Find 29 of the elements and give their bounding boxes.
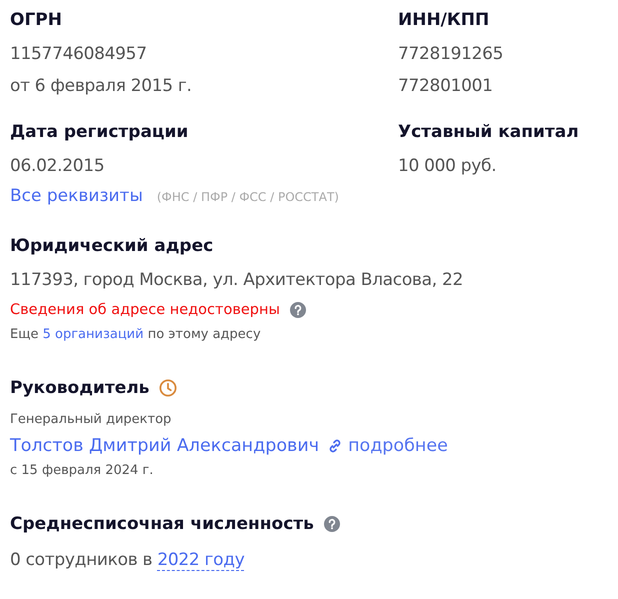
help-icon[interactable] xyxy=(290,302,306,318)
section-heading: Юридический адрес xyxy=(10,235,214,258)
details-link[interactable]: подробнее xyxy=(348,436,448,456)
field-value: от 6 февраля 2015 г. xyxy=(10,75,192,98)
organizations-link[interactable]: 5 организаций xyxy=(42,327,144,342)
address-warning: Сведения об адресе недостоверны xyxy=(10,301,280,320)
address-text: 117393, город Москва, ул. Архитектора Власова, 22 xyxy=(10,269,463,292)
link-icon[interactable] xyxy=(327,438,344,454)
section-heading: Руководитель xyxy=(10,377,150,400)
since-date: с 15 февраля 2024 г. xyxy=(10,462,154,480)
field-label: Дата регистрации xyxy=(10,121,188,144)
field-value: 10 000 руб. xyxy=(398,155,496,178)
field-value: 7728191265 xyxy=(398,43,504,66)
help-icon[interactable] xyxy=(324,516,340,532)
field-value: 06.02.2015 xyxy=(10,155,104,178)
clock-icon[interactable] xyxy=(159,379,178,397)
field-value: 1157746084957 xyxy=(10,43,147,66)
same-address-text: Еще 5 организаций по этому адресу xyxy=(10,326,261,344)
position-text: Генеральный директор xyxy=(10,411,172,429)
field-label: ИНН/КПП xyxy=(398,9,490,32)
headcount-text: 0 сотрудников в 2022 году xyxy=(10,549,244,573)
sources-note: (ФНС / ПФР / ФСС / РОССТАТ) xyxy=(156,190,339,204)
field-label: Уставный капитал xyxy=(398,121,579,144)
field-label: ОГРН xyxy=(10,9,62,32)
section-heading: Среднесписочная численность xyxy=(10,513,314,536)
director-name-link[interactable]: Толстов Дмитрий Александрович xyxy=(10,436,320,456)
all-requisites-link[interactable]: Все реквизиты xyxy=(10,186,143,206)
year-link[interactable]: 2022 году xyxy=(157,550,244,571)
field-value: 772801001 xyxy=(398,75,493,98)
